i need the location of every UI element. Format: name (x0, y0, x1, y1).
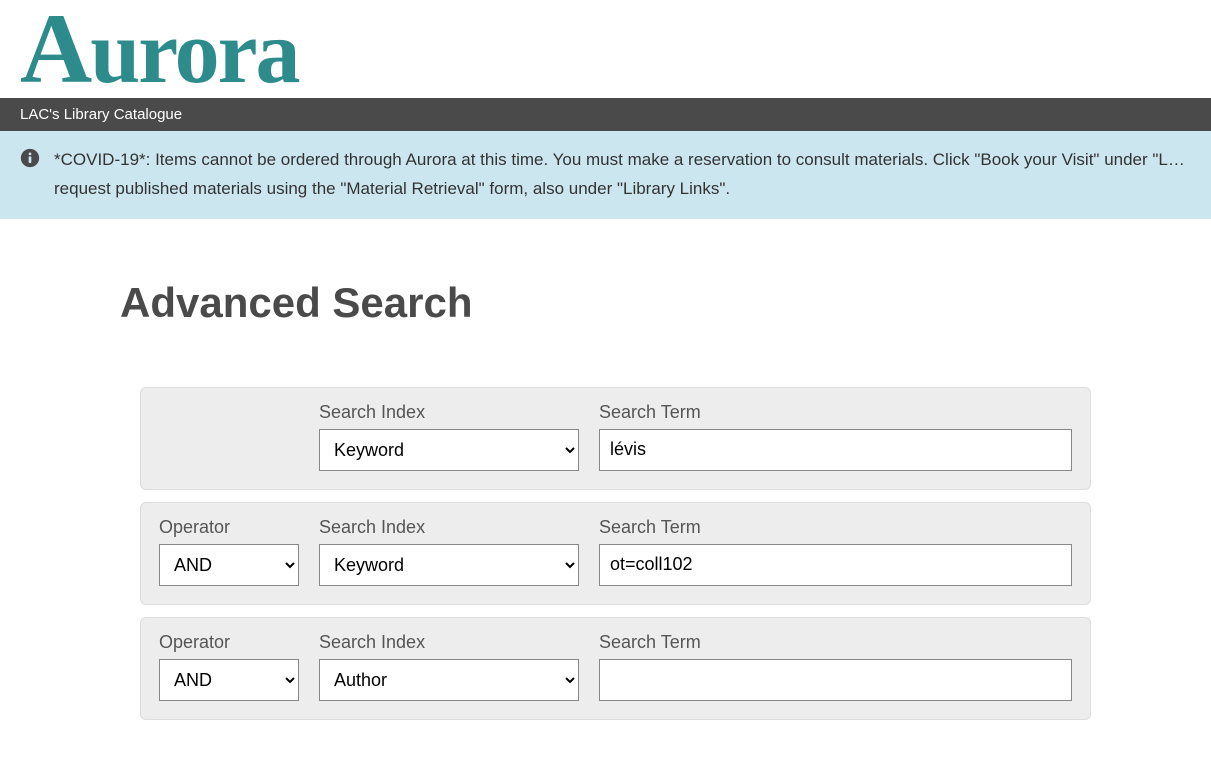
search-term-label: Search Term (599, 402, 1072, 423)
operator-label: Operator (159, 632, 299, 653)
search-term-label: Search Term (599, 517, 1072, 538)
search-term-label: Search Term (599, 632, 1072, 653)
info-icon (20, 148, 40, 178)
notice-bar: *COVID-19*: Items cannot be ordered thro… (0, 131, 1211, 219)
operator-select[interactable]: ANDORNOT (159, 659, 299, 701)
logo-area: Aurora (0, 0, 1211, 98)
search-index-group: Search Index KeywordAuthorTitleSubject (319, 402, 579, 471)
operator-group: Operator ANDORNOT (159, 517, 299, 586)
search-index-label: Search Index (319, 517, 579, 538)
search-term-group: Search Term (599, 632, 1072, 701)
subtitle-text: LAC's Library Catalogue (20, 106, 182, 123)
search-row: Operator ANDORNOT Search Index KeywordAu… (140, 502, 1091, 605)
search-row: Search Index KeywordAuthorTitleSubject S… (140, 387, 1091, 490)
search-row: Operator ANDORNOT Search Index KeywordAu… (140, 617, 1091, 720)
search-term-input[interactable] (599, 429, 1072, 471)
operator-select[interactable]: ANDORNOT (159, 544, 299, 586)
search-term-group: Search Term (599, 517, 1072, 586)
page-title: Advanced Search (120, 279, 1091, 327)
logo[interactable]: Aurora (20, 0, 299, 99)
search-index-label: Search Index (319, 632, 579, 653)
search-index-select[interactable]: KeywordAuthorTitleSubject (319, 429, 579, 471)
search-index-group: Search Index KeywordAuthorTitleSubject (319, 517, 579, 586)
search-index-select[interactable]: KeywordAuthorTitleSubject (319, 544, 579, 586)
operator-group: Operator ANDORNOT (159, 632, 299, 701)
search-index-select[interactable]: KeywordAuthorTitleSubject (319, 659, 579, 701)
search-term-input[interactable] (599, 659, 1072, 701)
search-term-input[interactable] (599, 544, 1072, 586)
search-term-group: Search Term (599, 402, 1072, 471)
search-index-group: Search Index KeywordAuthorTitleSubject (319, 632, 579, 701)
notice-text: *COVID-19*: Items cannot be ordered thro… (54, 146, 1191, 204)
operator-label: Operator (159, 517, 299, 538)
main-content: Advanced Search Search Index KeywordAuth… (0, 219, 1211, 772)
subtitle-bar: LAC's Library Catalogue (0, 98, 1211, 131)
search-index-label: Search Index (319, 402, 579, 423)
search-rows: Search Index KeywordAuthorTitleSubject S… (120, 387, 1091, 720)
